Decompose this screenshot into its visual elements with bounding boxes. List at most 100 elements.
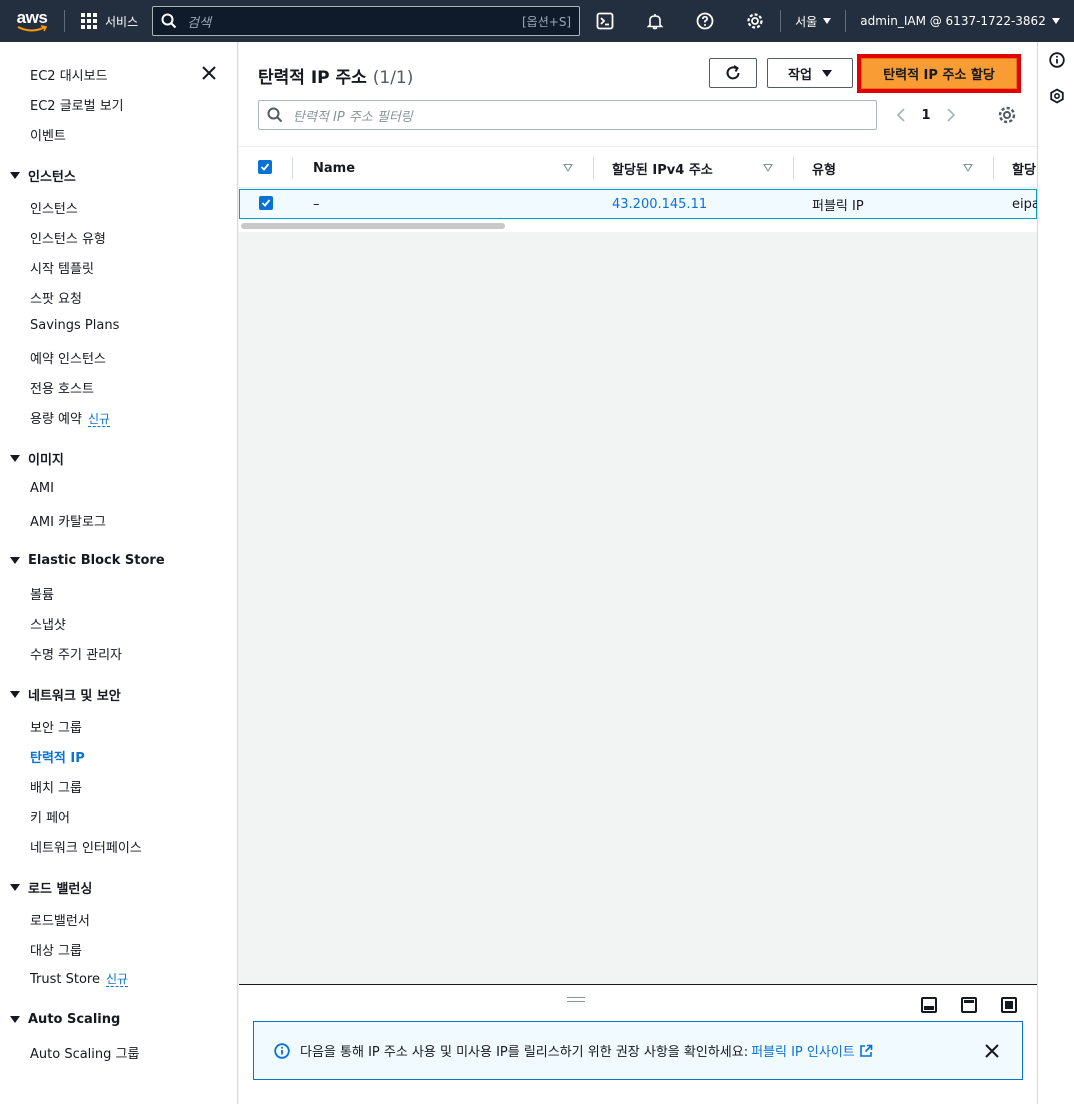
sidebar-item-load-balancers[interactable]: 로드밸런서 [30, 910, 90, 929]
link-text: 퍼블릭 IP 인사이트 [751, 1045, 855, 1060]
sidebar-item-key-pairs[interactable]: 키 페어 [30, 807, 70, 826]
sidebar-item-security-groups[interactable]: 보안 그룹 [30, 717, 82, 736]
sidebar-section-instances[interactable]: 인스턴스 [10, 166, 76, 185]
column-header-allocation[interactable]: 할당 [1012, 147, 1036, 189]
page-number[interactable]: 1 [911, 108, 941, 123]
close-icon[interactable] [984, 1043, 1000, 1059]
panel-side-icon[interactable] [961, 997, 977, 1013]
info-alert: 다음을 통해 IP 주소 사용 및 미사용 IP를 릴리스하기 위한 권장 사항… [253, 1021, 1023, 1080]
region-selector[interactable]: 서울 [781, 0, 845, 42]
sidebar-item-capacity-reservations[interactable]: 용량 예약 신규 [30, 408, 111, 427]
bell-icon [646, 14, 664, 30]
sidebar-item-lifecycle-manager[interactable]: 수명 주기 관리자 [30, 644, 122, 663]
sidebar-item-instances[interactable]: 인스턴스 [30, 198, 78, 217]
new-badge: 신규 [105, 972, 129, 987]
hexagon-tutorial-icon[interactable] [1049, 88, 1065, 104]
sidebar-item-ami-catalog[interactable]: AMI 카탈로그 [30, 511, 106, 530]
sidebar-section-ebs[interactable]: Elastic Block Store [10, 553, 165, 568]
account-menu[interactable]: admin_IAM @ 6137-1722-3862 [846, 0, 1074, 42]
column-header-name[interactable]: Name [313, 147, 355, 189]
sidebar-item-launch-templates[interactable]: 시작 템플릿 [30, 258, 94, 277]
search-icon [161, 13, 177, 29]
sidebar-item-elastic-ip[interactable]: 탄력적 IP [30, 747, 85, 766]
sidebar-item-network-interfaces[interactable]: 네트워크 인터페이스 [30, 837, 142, 856]
cloudshell-button[interactable] [580, 0, 630, 42]
public-ip-insights-link[interactable]: 퍼블릭 IP 인사이트 [751, 1041, 873, 1060]
search-shortcut: [옵션+S] [522, 14, 572, 29]
info-panel-icon[interactable] [1049, 52, 1065, 68]
allocate-elastic-ip-button[interactable]: 탄력적 IP 주소 할당 [861, 58, 1017, 89]
selection-count: (1/1) [372, 68, 414, 88]
expand-triangle-icon [10, 172, 20, 179]
pagination: 1 [891, 100, 961, 130]
sidebar-item-trust-store[interactable]: Trust Store 신규 [30, 970, 129, 987]
sidebar-section-auto-scaling[interactable]: Auto Scaling [10, 1012, 120, 1027]
elastic-ip-table-panel: 탄력적 IP 주소 (1/1) 작업 탄력적 IP 주소 할당 탄력적 IP 주… [239, 42, 1040, 232]
checkmark-icon [261, 199, 271, 207]
global-search-input[interactable]: 검색 [옵션+S] [152, 6, 581, 36]
split-panel: 다음을 통해 IP 주소 사용 및 미사용 IP를 릴리스하기 위한 권장 사항… [239, 984, 1037, 1104]
sidebar-item-ec2-dashboard[interactable]: EC2 대시보드 [30, 65, 108, 84]
caret-down-icon [823, 18, 832, 24]
table-header: Name 할당된 IPv4 주소 유형 할당 [239, 146, 1037, 188]
sidebar-item-snapshots[interactable]: 스냅샷 [30, 614, 66, 633]
actions-dropdown-button[interactable]: 작업 [767, 58, 853, 88]
sidebar-item-spot-requests[interactable]: 스팟 요청 [30, 288, 82, 307]
close-sidebar-icon[interactable] [200, 64, 218, 82]
sort-icon[interactable] [563, 164, 573, 172]
sidebar-item-target-groups[interactable]: 대상 그룹 [30, 940, 82, 959]
account-label: admin_IAM @ 6137-1722-3862 [860, 14, 1046, 28]
gear-icon [747, 13, 763, 29]
caret-down-icon [821, 69, 832, 77]
sidebar-item-savings-plans[interactable]: Savings Plans [30, 318, 119, 333]
filter-input[interactable]: 탄력적 IP 주소 필터링 [258, 100, 877, 130]
table-row[interactable]: – 43.200.145.11 퍼블릭 IP eipa [239, 189, 1040, 219]
sidebar-item-dedicated-hosts[interactable]: 전용 호스트 [30, 378, 94, 397]
sidebar-section-images[interactable]: 이미지 [10, 449, 64, 468]
cell-allocation: eipa [1012, 196, 1040, 212]
sidebar-item-auto-scaling-groups[interactable]: Auto Scaling 그룹 [30, 1043, 139, 1062]
panel-maximize-icon[interactable] [1001, 997, 1017, 1013]
aws-logo[interactable]: aws [0, 0, 64, 42]
sidebar-item-volumes[interactable]: 볼륨 [30, 584, 54, 603]
sidebar-section-network-security[interactable]: 네트워크 및 보안 [10, 685, 121, 704]
apps-grid-icon [81, 13, 97, 29]
refresh-button[interactable] [709, 58, 757, 88]
row-checkbox[interactable] [259, 196, 273, 210]
cloudshell-icon [596, 12, 614, 30]
column-divider [593, 157, 594, 179]
sidebar-section-load-balancing[interactable]: 로드 밸런싱 [10, 878, 92, 897]
table-preferences-gear-icon[interactable] [997, 105, 1017, 125]
sidebar-item-instance-types[interactable]: 인스턴스 유형 [30, 228, 106, 247]
highlight-frame: 탄력적 IP 주소 할당 [857, 54, 1021, 93]
left-sidebar: EC2 대시보드 EC2 글로벌 보기 이벤트 인스턴스 인스턴스 인스턴스 유… [0, 42, 238, 1104]
sidebar-item-placement-groups[interactable]: 배치 그룹 [30, 777, 82, 796]
notifications-button[interactable] [630, 0, 680, 42]
select-all-checkbox[interactable] [258, 160, 272, 174]
chevron-left-icon[interactable] [891, 105, 911, 125]
sort-icon[interactable] [763, 164, 773, 172]
sidebar-item-label: 용량 예약 [30, 412, 82, 427]
chevron-right-icon[interactable] [941, 105, 961, 125]
sidebar-item-reserved-instances[interactable]: 예약 인스턴스 [30, 348, 106, 367]
sidebar-item-events[interactable]: 이벤트 [30, 125, 66, 144]
expand-triangle-icon [10, 557, 20, 564]
services-menu-button[interactable]: 서비스 [65, 13, 152, 30]
panel-bottom-icon[interactable] [921, 997, 937, 1013]
settings-button[interactable] [730, 0, 780, 42]
sidebar-item-ec2-global-view[interactable]: EC2 글로벌 보기 [30, 95, 124, 114]
column-divider [793, 157, 794, 179]
page-title: 탄력적 IP 주소 (1/1) [258, 63, 413, 88]
external-link-icon [860, 1044, 873, 1057]
scrollbar-thumb[interactable] [241, 223, 505, 229]
horizontal-scrollbar[interactable] [239, 219, 1037, 232]
cell-ipv4-link[interactable]: 43.200.145.11 [612, 190, 707, 218]
help-button[interactable] [680, 0, 730, 42]
sort-icon[interactable] [963, 164, 973, 172]
resize-handle[interactable] [567, 997, 585, 1002]
sidebar-item-ami[interactable]: AMI [30, 481, 54, 496]
filter-placeholder: 탄력적 IP 주소 필터링 [293, 109, 413, 125]
column-header-ipv4[interactable]: 할당된 IPv4 주소 [612, 147, 713, 189]
column-header-type[interactable]: 유형 [812, 147, 836, 189]
expand-triangle-icon [10, 884, 20, 891]
